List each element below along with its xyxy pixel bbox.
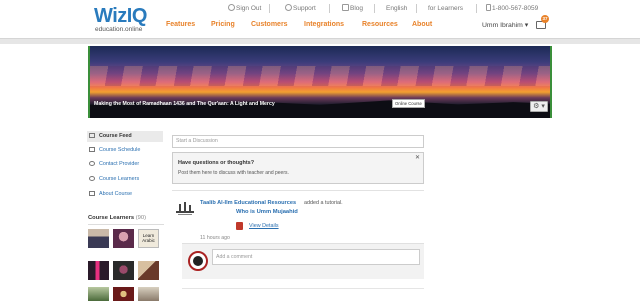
lifebuoy-icon <box>285 4 292 11</box>
comment-area: Add a comment <box>182 243 424 279</box>
banner-clouds <box>90 66 550 86</box>
learner-thumb-1[interactable] <box>88 229 109 248</box>
logo-tagline: education.online <box>95 26 143 33</box>
feed-icon <box>89 133 95 138</box>
settings-gear-button[interactable]: ⚙ ▾ <box>530 101 548 112</box>
feed-bottom-divider <box>182 288 424 289</box>
logo-wordmark: WizIQ <box>94 5 147 27</box>
pdf-icon <box>236 222 243 230</box>
nav-features[interactable]: Features <box>166 21 195 28</box>
avatar-inner <box>193 256 203 266</box>
wiziq-logo[interactable]: WizIQ education.online <box>94 6 164 36</box>
user-menu[interactable]: Umm Ibrahim ▾ <box>482 21 528 29</box>
nav-customers[interactable]: Customers <box>251 21 288 28</box>
learner-thumb-5[interactable] <box>113 261 134 280</box>
sidebar-item-label: About Course <box>99 191 132 197</box>
post-action-text: added a tutorial. <box>304 200 343 206</box>
calendar-icon <box>89 147 95 152</box>
banner-silhouette <box>90 100 550 118</box>
post-timestamp: 11 hours ago <box>200 235 230 241</box>
add-comment-input[interactable]: Add a comment <box>212 249 420 265</box>
phone-number: 1-800-567-8059 <box>486 4 538 13</box>
sidebar-item-label: Course Schedule <box>99 147 141 153</box>
learners-heading: Course Learners (90) <box>88 215 146 221</box>
header-divider <box>0 38 640 44</box>
learner-thumb-2[interactable] <box>113 229 134 248</box>
author-logo-icon[interactable] <box>174 201 196 218</box>
sidebar-item-label: Contact Provider <box>99 161 140 167</box>
start-discussion-input[interactable]: Start a Discussion <box>172 135 424 148</box>
learners-count: (90) <box>135 215 147 221</box>
prompt-body: Post them here to discuss with teacher a… <box>178 170 289 176</box>
view-details-link[interactable]: View Details <box>249 223 279 229</box>
blog-link[interactable]: Blog <box>342 4 363 13</box>
discussion-prompt-box: Have questions or thoughts? Post them he… <box>172 152 424 184</box>
course-banner: Making the Most of Ramadhaan 1436 and Th… <box>88 46 552 118</box>
nav-pricing[interactable]: Pricing <box>211 21 235 28</box>
sidebar-item-contact-provider[interactable]: Contact Provider <box>87 159 163 170</box>
sidebar-item-label: Course Feed <box>99 133 132 139</box>
nav-about[interactable]: About <box>412 21 432 28</box>
post-author-link[interactable]: Taalib Al-Ilm Educational Resources <box>200 200 296 206</box>
learner-thumb-9[interactable] <box>138 287 159 301</box>
learner-thumb-7[interactable] <box>88 287 109 301</box>
site-header: WizIQ education.online Sign Out Support … <box>0 0 640 38</box>
course-title: Making the Most of Ramadhaan 1436 and Th… <box>94 101 275 107</box>
nav-integrations[interactable]: Integrations <box>304 21 344 28</box>
for-learners-link[interactable]: for Learners <box>428 4 463 13</box>
online-course-badge: Online Course <box>392 99 425 108</box>
avatar <box>188 251 208 271</box>
sign-out-label: Sign Out <box>236 5 262 12</box>
chevron-down-icon: ▾ <box>524 22 529 29</box>
person-icon <box>89 161 95 166</box>
group-icon <box>89 176 95 181</box>
learners-title-label: Course Learners <box>88 215 135 221</box>
sidebar-item-course-schedule[interactable]: Course Schedule <box>87 145 163 156</box>
blog-label: Blog <box>350 5 364 12</box>
support-link[interactable]: Support <box>285 4 316 13</box>
sidebar-item-course-learners[interactable]: Course Learners <box>87 174 163 185</box>
learner-thumb-3[interactable]: Learn Arabic <box>138 229 159 248</box>
document-icon <box>89 191 95 196</box>
user-name-label: Umm Ibrahim <box>482 22 523 29</box>
learner-thumb-4[interactable] <box>88 261 109 280</box>
power-icon <box>228 4 235 11</box>
feed-divider <box>172 190 424 191</box>
support-label: Support <box>293 5 316 12</box>
prompt-title: Have questions or thoughts? <box>178 160 255 166</box>
sidebar-item-course-feed[interactable]: Course Feed <box>87 131 163 142</box>
phone-icon <box>486 4 491 11</box>
sidebar-item-label: Course Learners <box>99 176 140 182</box>
learner-thumb-8[interactable] <box>113 287 134 301</box>
language-link[interactable]: English <box>386 4 407 13</box>
learners-divider <box>88 224 164 225</box>
post-tutorial-title[interactable]: Who is Umm Mujaahid <box>236 209 298 215</box>
learner-thumb-6[interactable] <box>138 261 159 280</box>
message-count-badge: 37 <box>541 15 549 23</box>
phone-label: 1-800-567-8059 <box>492 5 539 12</box>
close-icon[interactable]: ✕ <box>415 154 420 161</box>
blog-icon <box>342 4 349 11</box>
nav-resources[interactable]: Resources <box>362 21 398 28</box>
sign-out-link[interactable]: Sign Out <box>228 4 261 13</box>
sidebar-item-about-course[interactable]: About Course <box>87 189 163 200</box>
